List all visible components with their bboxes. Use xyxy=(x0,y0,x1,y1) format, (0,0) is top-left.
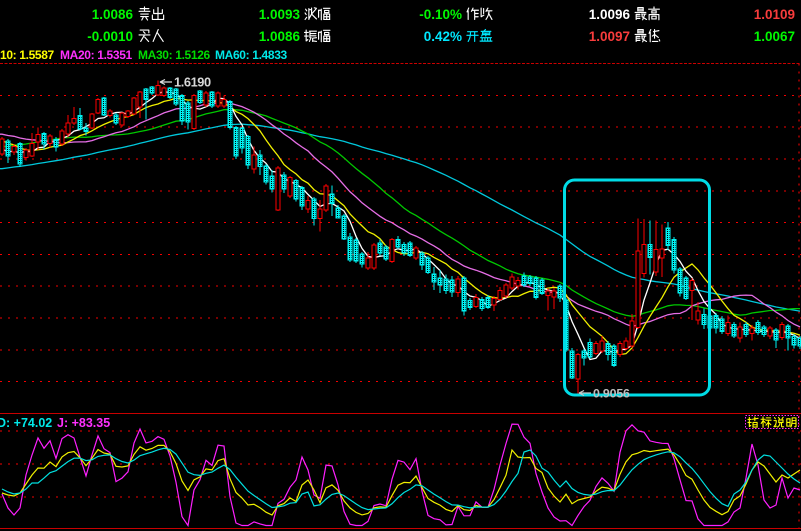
svg-text:1.0097: 1.0097 xyxy=(589,29,630,44)
svg-text:MA60: 1.4833: MA60: 1.4833 xyxy=(215,48,288,62)
svg-text:-0.0010: -0.0010 xyxy=(87,29,133,44)
svg-text:1.0109: 1.0109 xyxy=(754,7,795,22)
svg-text:1.0096: 1.0096 xyxy=(589,7,631,22)
svg-text:1.6190: 1.6190 xyxy=(174,75,211,90)
svg-text:MA30: 1.5126: MA30: 1.5126 xyxy=(138,48,211,62)
svg-text:1.0086: 1.0086 xyxy=(259,29,301,44)
svg-text:1.0086: 1.0086 xyxy=(92,7,134,22)
svg-text:J: +83.35: J: +83.35 xyxy=(57,416,110,430)
svg-text:D: +74.02: D: +74.02 xyxy=(0,416,52,430)
svg-text:0.42%: 0.42% xyxy=(424,29,462,44)
svg-text:10: 1.5587: 10: 1.5587 xyxy=(0,48,55,62)
svg-text:1.0067: 1.0067 xyxy=(754,29,795,44)
svg-text:MA20: 1.5351: MA20: 1.5351 xyxy=(60,48,133,62)
svg-text:-0.10%: -0.10% xyxy=(419,7,462,22)
svg-text:0.9056: 0.9056 xyxy=(593,387,630,401)
svg-text:1.0093: 1.0093 xyxy=(259,7,301,22)
